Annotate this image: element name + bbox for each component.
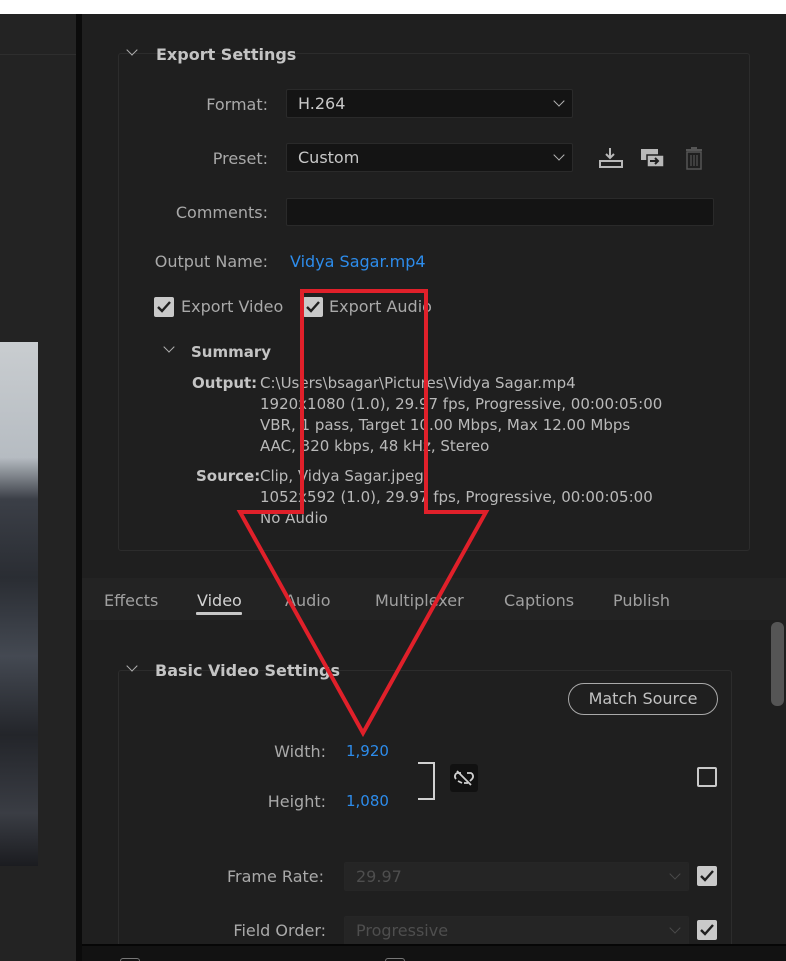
- width-value[interactable]: 1,920: [346, 742, 389, 760]
- format-label: Format:: [206, 95, 268, 114]
- summary-source-label: Source:: [196, 467, 261, 485]
- field-order-label: Field Order:: [233, 921, 326, 940]
- preview-image: [0, 342, 38, 866]
- width-label: Width:: [274, 742, 326, 761]
- maximum-render-checkbox[interactable]: [697, 767, 717, 787]
- preset-value: Custom: [298, 148, 360, 167]
- tab-publish[interactable]: Publish: [613, 591, 670, 610]
- summary-title: Summary: [191, 343, 272, 361]
- summary-output-line: 1920x1080 (1.0), 29.97 fps, Progressive,…: [260, 395, 663, 413]
- export-video-checkbox[interactable]: [154, 297, 174, 317]
- dimension-link-bracket: [418, 762, 435, 800]
- frame-rate-value: 29.97: [356, 867, 402, 886]
- scrollbar-thumb[interactable]: [771, 622, 784, 706]
- tab-video[interactable]: Video: [197, 591, 242, 610]
- checkmark-icon: [157, 301, 171, 313]
- summary-source-line: Clip, Vidya Sagar.jpeg: [260, 467, 424, 485]
- summary-output-line: VBR, 1 pass, Target 10.00 Mbps, Max 12.0…: [260, 416, 631, 434]
- comments-input[interactable]: [286, 198, 714, 226]
- format-select[interactable]: H.264: [286, 89, 573, 118]
- export-audio-label: Export Audio: [329, 297, 432, 316]
- output-name-link[interactable]: Vidya Sagar.mp4: [290, 252, 426, 271]
- tab-captions[interactable]: Captions: [504, 591, 574, 610]
- summary-source-line: 1052x592 (1.0), 29.97 fps, Progressive, …: [260, 488, 653, 506]
- summary-output-line: C:\Users\bsagar\Pictures\Vidya Sagar.mp4: [260, 374, 576, 392]
- tab-effects[interactable]: Effects: [104, 591, 158, 610]
- preset-select[interactable]: Custom: [286, 143, 573, 172]
- active-tab-indicator: [196, 612, 242, 615]
- comments-label: Comments:: [175, 203, 268, 222]
- export-video-label: Export Video: [181, 297, 284, 316]
- basic-video-settings-title: Basic Video Settings: [155, 661, 341, 680]
- chevron-down-icon: [553, 149, 565, 161]
- link-dimensions-button[interactable]: [450, 764, 478, 792]
- height-label: Height:: [267, 792, 326, 811]
- checkmark-icon: [700, 870, 714, 882]
- field-order-select: Progressive: [344, 916, 689, 945]
- frame-rate-label: Frame Rate:: [226, 867, 324, 886]
- format-value: H.264: [298, 94, 346, 113]
- height-value[interactable]: 1,080: [346, 792, 389, 810]
- trash-icon[interactable]: [684, 146, 704, 170]
- tab-multiplexer[interactable]: Multiplexer: [375, 591, 464, 610]
- export-audio-checkbox[interactable]: [303, 297, 323, 317]
- chevron-down-icon: [669, 868, 681, 880]
- match-source-button[interactable]: Match Source: [568, 683, 718, 715]
- top-edge: [0, 0, 786, 14]
- summary-output-line: AAC, 320 kbps, 48 kHz, Stereo: [260, 437, 490, 455]
- import-preset-icon[interactable]: [640, 146, 666, 170]
- save-preset-icon[interactable]: [598, 146, 624, 170]
- unlink-icon: [454, 770, 474, 786]
- checkmark-icon: [306, 301, 320, 313]
- summary-output-label: Output:: [192, 374, 258, 392]
- preset-label: Preset:: [212, 149, 268, 168]
- chevron-down-icon: [553, 95, 565, 107]
- summary-source-line: No Audio: [260, 509, 328, 527]
- frame-rate-match-checkbox[interactable]: [697, 866, 717, 886]
- field-order-match-checkbox[interactable]: [697, 920, 717, 940]
- tab-audio[interactable]: Audio: [285, 591, 330, 610]
- export-settings-title: Export Settings: [156, 45, 297, 64]
- bottom-bar: [82, 944, 786, 961]
- checkmark-icon: [700, 924, 714, 936]
- output-name-label: Output Name:: [154, 252, 268, 271]
- preview-divider: [0, 54, 76, 55]
- field-order-value: Progressive: [356, 921, 449, 940]
- frame-rate-select: 29.97: [344, 862, 689, 891]
- chevron-down-icon: [669, 922, 681, 934]
